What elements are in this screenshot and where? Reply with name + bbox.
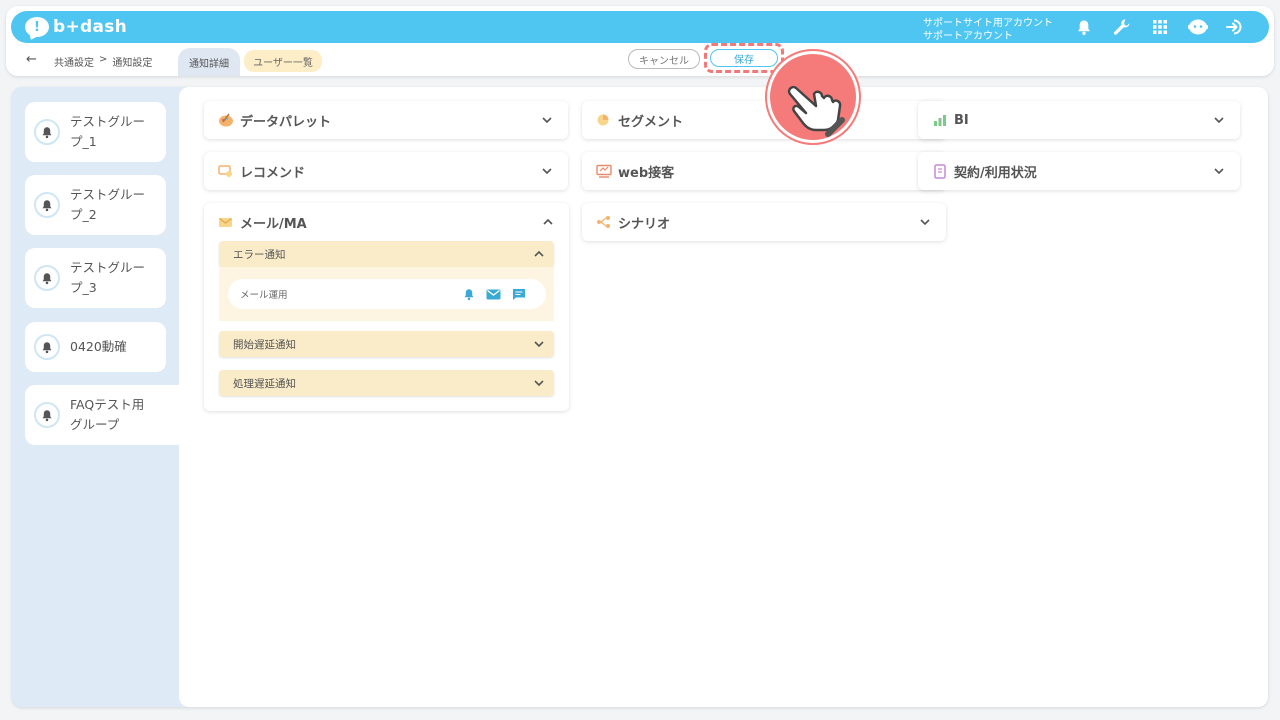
cancel-button[interactable]: キャンセル <box>628 49 700 69</box>
hand-pointer-icon <box>767 51 859 143</box>
category-label: レコメンド <box>240 165 306 181</box>
group-label: テストグループ_2 <box>70 187 146 222</box>
breadcrumb: 共通設定 > 通知設定 <box>54 54 152 69</box>
header-card: ! b+dash サポートサイト用アカウント サポートアカウント ← 共通設定 … <box>6 6 1274 76</box>
chevron-down-icon <box>534 380 544 387</box>
group-label: FAQテスト用グループ <box>70 397 145 432</box>
logout-icon[interactable] <box>1217 15 1255 39</box>
category-label: web接客 <box>618 165 675 181</box>
tab-user-list[interactable]: ユーザー一覧 <box>244 50 322 72</box>
account-line1: サポートサイト用アカウント <box>923 18 1053 29</box>
breadcrumb-common[interactable]: 共通設定 <box>54 54 94 69</box>
group-item[interactable]: テストグループ_1 <box>25 102 166 162</box>
contract-icon <box>932 163 948 179</box>
grid-icon[interactable] <box>1141 15 1179 39</box>
section-label: 処理遅延通知 <box>233 377 296 390</box>
item-label: メール運用 <box>240 290 288 301</box>
category-web[interactable]: web接客 <box>582 152 946 190</box>
web-icon <box>596 163 612 179</box>
sub-bar: ← 共通設定 > 通知設定 通知詳細 ユーザー一覧 キャンセル 保存 <box>6 43 1274 76</box>
group-label: テストグループ_1 <box>70 114 146 149</box>
chevron-down-icon <box>1214 168 1224 175</box>
section-process-delay[interactable]: 処理遅延通知 <box>219 370 554 396</box>
account-line2: サポートアカウント <box>923 31 1013 42</box>
item-icons <box>461 287 526 301</box>
logo-mark: ! <box>25 17 49 37</box>
wrench-icon[interactable] <box>1103 15 1141 39</box>
logo[interactable]: ! b+dash <box>25 16 127 38</box>
group-item[interactable]: テストグループ_3 <box>25 248 166 308</box>
category-recommend[interactable]: レコメンド <box>204 152 568 190</box>
robot-icon[interactable] <box>1179 15 1217 39</box>
category-scenario[interactable]: シナリオ <box>582 203 946 241</box>
bell-icon <box>34 265 60 291</box>
bell-icon[interactable] <box>461 287 476 301</box>
palette-icon <box>218 112 234 128</box>
account-info[interactable]: サポートサイト用アカウント サポートアカウント <box>923 17 1053 43</box>
chevron-down-icon <box>920 219 930 226</box>
top-bar: ! b+dash サポートサイト用アカウント サポートアカウント <box>11 11 1269 43</box>
content-area: データパレット セグメント BI レコメンド web接客 契約/利用状況 メール… <box>179 87 1268 707</box>
category-datapalette[interactable]: データパレット <box>204 101 568 139</box>
section-start-delay[interactable]: 開始遅延通知 <box>219 331 554 357</box>
category-label: BI <box>954 112 969 128</box>
chevron-down-icon <box>542 117 552 124</box>
category-mail-expanded: メール/MA エラー通知 メール運用 開始遅延通知 処理遅延通知 <box>204 203 569 411</box>
chat-icon[interactable] <box>511 287 526 301</box>
bell-icon[interactable] <box>1065 15 1103 39</box>
bell-icon <box>34 402 60 428</box>
category-mail-header[interactable]: メール/MA <box>204 203 569 241</box>
group-item-active[interactable]: FAQテスト用グループ <box>25 385 180 445</box>
segment-icon <box>596 112 612 128</box>
section-label: 開始遅延通知 <box>233 338 296 351</box>
chevron-down-icon <box>534 341 544 348</box>
section-error-notification[interactable]: エラー通知 <box>219 241 554 267</box>
tab-notification-detail[interactable]: 通知詳細 <box>178 48 240 76</box>
category-label: セグメント <box>618 114 684 130</box>
category-bi[interactable]: BI <box>918 101 1240 139</box>
chevron-down-icon <box>542 168 552 175</box>
breadcrumb-notification: 通知設定 <box>112 58 153 69</box>
bell-icon <box>34 119 60 145</box>
section-error-body: メール運用 <box>219 267 554 321</box>
scenario-icon <box>596 214 612 230</box>
chevron-up-icon <box>534 250 544 257</box>
back-arrow-icon[interactable]: ← <box>26 52 37 67</box>
group-label: 0420動確 <box>70 339 127 354</box>
bar-chart-icon <box>932 112 948 128</box>
category-segment[interactable]: セグメント <box>582 101 946 139</box>
breadcrumb-separator: > <box>99 54 108 65</box>
category-label: データパレット <box>240 114 332 130</box>
section-label: エラー通知 <box>233 248 286 261</box>
chevron-down-icon <box>1214 117 1224 124</box>
bell-icon <box>34 192 60 218</box>
list-item[interactable]: メール運用 <box>228 279 546 309</box>
category-label: メール/MA <box>240 216 307 232</box>
category-label: 契約/利用状況 <box>954 165 1037 181</box>
group-item[interactable]: 0420動確 <box>25 322 166 372</box>
category-label: シナリオ <box>618 216 671 232</box>
category-contract[interactable]: 契約/利用状況 <box>918 152 1240 190</box>
mail-icon <box>218 214 234 230</box>
envelope-icon[interactable] <box>486 287 501 301</box>
group-item[interactable]: テストグループ_2 <box>25 175 166 235</box>
logo-text: b+dash <box>53 17 128 37</box>
main-panel: テストグループ_1 テストグループ_2 テストグループ_3 0420動確 FAQ… <box>12 87 1268 707</box>
recommend-icon <box>218 163 234 179</box>
chevron-up-icon <box>543 218 553 225</box>
group-label: テストグループ_3 <box>70 260 146 295</box>
save-button[interactable]: 保存 <box>710 49 778 67</box>
top-icons <box>1065 15 1255 39</box>
bell-icon <box>34 334 60 360</box>
